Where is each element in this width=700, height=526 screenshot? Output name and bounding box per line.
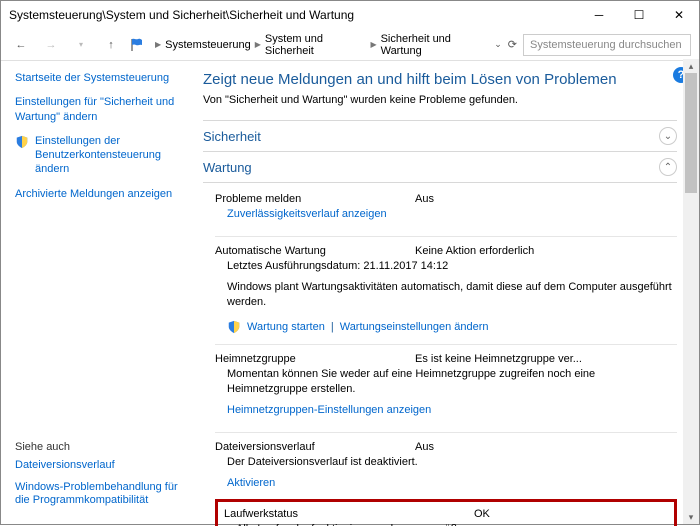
auto-maintenance-label: Automatische Wartung	[215, 245, 415, 257]
maintenance-settings-link[interactable]: Wartungseinstellungen ändern	[340, 321, 489, 333]
start-maintenance-link[interactable]: Wartung starten	[247, 321, 325, 333]
drive-status-desc: Alle Laufwerke funktionieren ordnungsgem…	[224, 520, 668, 526]
chevron-right-icon: ▶	[155, 40, 161, 49]
chevron-right-icon: ▶	[255, 40, 261, 49]
drive-status-value: OK	[474, 508, 668, 520]
homegroup-label: Heimnetzgruppe	[215, 353, 415, 365]
breadcrumb-item[interactable]: Systemsteuerung	[165, 39, 251, 51]
breadcrumb-item[interactable]: System und Sicherheit	[265, 33, 367, 57]
filehistory-enable-link[interactable]: Aktivieren	[227, 477, 275, 489]
page-title: Zeigt neue Meldungen an und hilft beim L…	[203, 71, 677, 88]
shield-icon	[227, 320, 241, 334]
search-input[interactable]: Systemsteuerung durchsuchen	[523, 34, 691, 56]
drive-status-label: Laufwerkstatus	[224, 508, 474, 520]
close-button[interactable]: ✕	[659, 1, 699, 29]
breadcrumb-item[interactable]: Sicherheit und Wartung	[381, 33, 487, 57]
page-subtitle: Von "Sicherheit und Wartung" wurden kein…	[203, 94, 677, 106]
maximize-button[interactable]: ☐	[619, 1, 659, 29]
up-button[interactable]: ↑	[99, 33, 123, 57]
sidebar-link-uac[interactable]: Einstellungen der Benutzerkontensteuerun…	[35, 134, 181, 177]
sidebar-link-archived[interactable]: Archivierte Meldungen anzeigen	[15, 187, 181, 201]
section-security[interactable]: Sicherheit ⌄	[203, 120, 677, 152]
link-separator: |	[331, 321, 334, 333]
seealso-heading: Siehe auch	[15, 441, 181, 453]
seealso-filehistory[interactable]: Dateiversionsverlauf	[15, 459, 181, 473]
section-security-label: Sicherheit	[203, 129, 261, 144]
section-maintenance-label: Wartung	[203, 160, 252, 175]
seealso-compat-troubleshoot[interactable]: Windows-Problembehandlung für die Progra…	[15, 481, 181, 509]
homegroup-desc: Momentan können Sie weder auf eine Heimn…	[215, 365, 677, 403]
auto-maintenance-desc: Windows plant Wartungsaktivitäten automa…	[215, 280, 677, 316]
search-placeholder: Systemsteuerung durchsuchen	[530, 39, 682, 51]
window-title: Systemsteuerung\System und Sicherheit\Si…	[9, 8, 354, 22]
back-button[interactable]: ←	[9, 33, 33, 57]
homegroup-value: Es ist keine Heimnetzgruppe ver...	[415, 353, 677, 365]
auto-maintenance-lastrun: Letztes Ausführungsdatum: 21.11.2017 14:…	[215, 257, 677, 280]
refresh-icon[interactable]: ⟳	[508, 38, 517, 51]
filehistory-desc: Der Dateiversionsverlauf ist deaktiviert…	[215, 453, 677, 476]
section-maintenance[interactable]: Wartung ⌃	[203, 152, 677, 183]
report-problems-label: Probleme melden	[215, 193, 415, 205]
control-panel-flag-icon	[129, 37, 145, 53]
chevron-down-icon: ⌄	[659, 127, 677, 145]
filehistory-label: Dateiversionsverlauf	[215, 441, 415, 453]
homegroup-settings-link[interactable]: Heimnetzgruppen-Einstellungen anzeigen	[227, 404, 431, 416]
sidebar-home-link[interactable]: Startseite der Systemsteuerung	[15, 71, 181, 85]
forward-button[interactable]: →	[39, 33, 63, 57]
chevron-down-icon[interactable]: ⌄	[494, 39, 502, 50]
sidebar-link-change-settings[interactable]: Einstellungen für "Sicherheit und Wartun…	[15, 95, 181, 124]
chevron-right-icon: ▶	[370, 40, 376, 49]
recent-dropdown[interactable]: ▾	[69, 33, 93, 57]
reliability-history-link[interactable]: Zuverlässigkeitsverlauf anzeigen	[227, 208, 387, 220]
breadcrumb[interactable]: ▶ Systemsteuerung ▶ System und Sicherhei…	[151, 33, 517, 57]
minimize-button[interactable]: ─	[579, 1, 619, 29]
chevron-up-icon: ⌃	[659, 158, 677, 176]
auto-maintenance-value: Keine Aktion erforderlich	[415, 245, 677, 257]
shield-icon	[15, 135, 29, 149]
filehistory-value: Aus	[415, 441, 677, 453]
report-problems-value: Aus	[415, 193, 677, 205]
drive-status-highlight: Laufwerkstatus OK Alle Laufwerke funktio…	[215, 499, 677, 526]
